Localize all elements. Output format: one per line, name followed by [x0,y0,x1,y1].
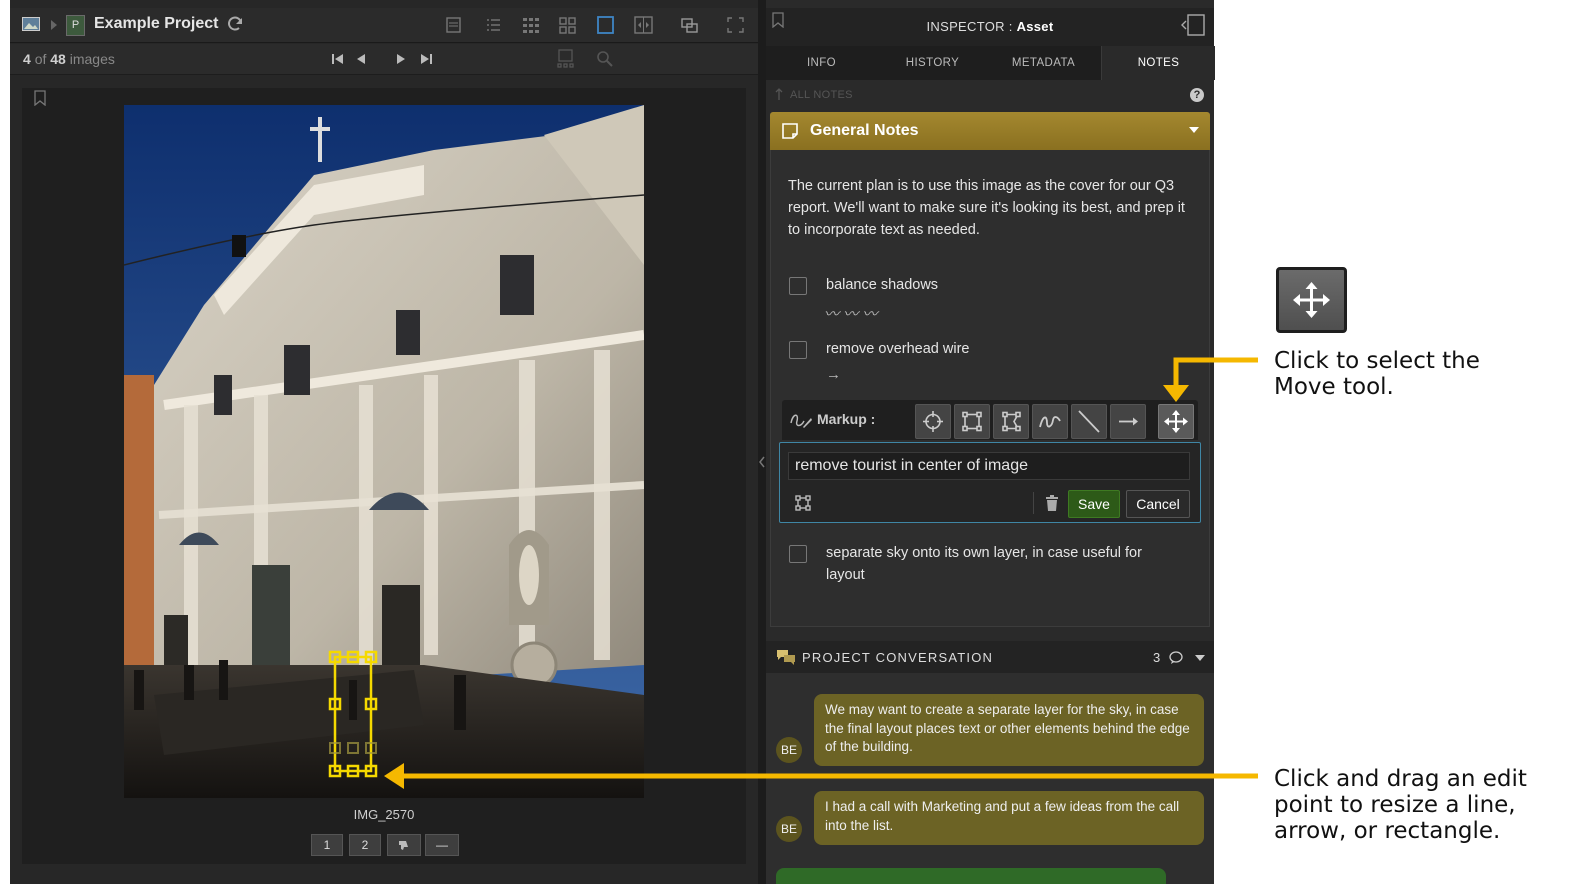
general-notes-header[interactable]: General Notes [770,112,1210,150]
move-tool-button[interactable] [1158,404,1194,439]
avatar[interactable]: BE [776,737,802,763]
count-of: of [34,51,47,67]
avatar[interactable]: BE [776,816,802,842]
image-navigation-bar: 4 of 48 images [10,44,758,75]
move-icon [1164,410,1188,433]
task-label[interactable]: balance shadows [826,274,938,296]
image-icon[interactable] [22,17,40,31]
move-icon [1293,282,1330,318]
freehand-markup-indicator[interactable]: 〰 〰 〰 [824,303,877,324]
chat-message[interactable]: We may want to create a separate layer f… [814,694,1204,766]
trash-icon[interactable] [1045,495,1059,511]
arrow-right-icon [1119,417,1138,426]
image-caption: IMG_2570 [353,807,415,822]
crosshair-icon [923,411,943,432]
compare-view-icon[interactable] [634,16,654,34]
chevron-right-icon[interactable] [50,20,58,30]
rating-2-button[interactable]: 2 [349,834,381,856]
thumbs-down-icon [399,841,408,850]
zoom-icon[interactable] [596,50,614,68]
task-checkbox[interactable] [789,341,807,359]
project-badge: P [66,15,85,36]
comment-icon [1169,651,1183,664]
fullscreen-icon[interactable] [726,16,746,34]
next-image-icon[interactable] [396,53,406,65]
divider-handle-icon [759,456,765,468]
inspector-tabs: INFO HISTORY METADATA NOTES [766,46,1215,80]
tab-metadata[interactable]: METADATA [988,46,1099,80]
inspector-title-prefix: INSPECTOR : [926,19,1017,34]
task-checkbox[interactable] [789,545,807,563]
markup-pen-icon [790,414,812,428]
save-button[interactable]: Save [1068,490,1120,518]
inspector-title: INSPECTOR : Asset [766,19,1214,34]
note-icon [782,123,798,139]
count-total: 48 [50,51,66,67]
viewer-toolbar: P Example Project [10,8,758,43]
tab-history[interactable]: HISTORY [877,46,988,80]
conversation-count: 3 [1153,650,1161,665]
tab-notes[interactable]: NOTES [1101,46,1215,80]
note-description[interactable]: The current plan is to use this image as… [788,175,1193,241]
rating-1-button[interactable]: 1 [311,834,343,856]
first-image-icon[interactable] [332,53,344,65]
bookmark-icon[interactable] [34,90,46,106]
inspector-header: INSPECTOR : Asset [766,8,1214,46]
last-image-icon[interactable] [420,53,432,65]
tab-info[interactable]: INFO [766,46,877,80]
move-tool-callout: Click to select the Move tool. [1274,348,1480,400]
task-checkbox[interactable] [789,277,807,295]
count-suffix: images [69,51,115,67]
move-tool-callout-icon [1276,267,1347,333]
pin-tool-button[interactable] [915,404,951,439]
panel-divider[interactable] [758,0,766,884]
rectangle-icon [962,411,982,432]
grid-small-icon[interactable] [522,16,542,34]
polygon-tool-button[interactable] [993,404,1029,439]
refresh-icon[interactable] [226,15,244,33]
line-tool-button[interactable] [1071,404,1107,439]
task-label[interactable]: remove overhead wire [826,338,969,360]
task-edit-input[interactable] [788,452,1190,480]
conversation-header[interactable]: PROJECT CONVERSATION 3 [766,641,1214,673]
up-arrow-icon [775,88,783,100]
freehand-tool-button[interactable] [1032,404,1068,439]
reject-button[interactable] [387,834,421,856]
all-notes-link[interactable]: ALL NOTES [790,89,853,101]
markup-label: Markup : [817,411,876,427]
project-title[interactable]: Example Project [94,15,219,33]
asset-photo[interactable] [124,105,644,798]
cancel-button[interactable]: Cancel [1126,490,1190,518]
general-notes-title: General Notes [810,122,919,139]
grid-large-icon[interactable] [558,16,578,34]
arrow-markup-indicator[interactable]: → [826,366,841,383]
single-view-icon[interactable] [444,16,464,34]
chat-message[interactable]: I had a call with Marketing and put a fe… [814,791,1204,845]
count-current: 4 [23,51,31,67]
arrow-tool-button[interactable] [1110,404,1146,439]
clear-rating-button[interactable]: — [425,834,459,856]
markup-region-icon[interactable] [556,48,578,70]
rectangle-tool-button[interactable] [954,404,990,439]
image-count: 4 of 48 images [23,51,115,67]
freehand-icon [1039,416,1061,428]
conversation-title: PROJECT CONVERSATION [802,650,994,665]
polygon-icon [1002,411,1021,432]
edit-point-callout: Click and drag an edit point to resize a… [1274,766,1527,844]
list-view-icon[interactable] [484,16,504,34]
line-icon [1078,410,1100,433]
chat-icon [777,650,795,665]
collapse-panel-icon[interactable] [1180,14,1206,36]
chevron-down-icon[interactable] [1194,654,1206,662]
inspector-title-name: Asset [1016,19,1054,34]
overlay-icon[interactable] [680,16,700,34]
loupe-view-icon[interactable] [596,16,616,34]
chat-message-partial[interactable] [776,868,1166,884]
edit-divider [1033,492,1034,514]
rectangle-markup-icon[interactable] [794,494,812,512]
task-label[interactable]: separate sky onto its own layer, in case… [826,542,1176,586]
help-icon[interactable]: ? [1190,88,1204,102]
chevron-down-icon[interactable] [1188,126,1200,134]
previous-image-icon[interactable] [356,53,366,65]
